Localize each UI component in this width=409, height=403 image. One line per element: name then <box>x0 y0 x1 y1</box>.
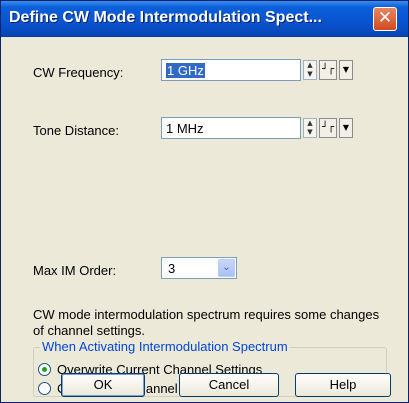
cw-frequency-value: 1 GHz <box>166 63 205 78</box>
radio-button-checked[interactable] <box>38 363 51 376</box>
tone-distance-value: 1 MHz <box>166 121 204 136</box>
radio-dot <box>42 367 47 372</box>
ok-button[interactable]: OK <box>61 373 145 397</box>
tone-distance-label: Tone Distance: <box>33 123 119 138</box>
radio-button-unchecked[interactable] <box>38 382 51 395</box>
max-im-order-value: 3 <box>168 261 176 276</box>
dropdown-arrow-icon: ▼ <box>342 123 350 132</box>
group-legend: When Activating Intermodulation Spectrum <box>40 339 290 354</box>
tone-distance-dropdown[interactable]: ▼ <box>339 118 353 138</box>
close-icon: ✕ <box>377 8 393 28</box>
dropdown-arrow-icon: ▼ <box>342 65 350 74</box>
cw-frequency-spin[interactable]: ▲ ▼ <box>303 60 317 80</box>
max-im-order-label: Max IM Order: <box>33 263 117 278</box>
max-im-order-select[interactable]: 3 ⌄ <box>161 257 237 279</box>
spin-updown-icon: ▲ ▼ <box>307 119 313 136</box>
info-text: CW mode intermodulation spectrum require… <box>33 307 380 338</box>
help-button[interactable]: Help <box>295 373 391 397</box>
tone-distance-spin[interactable]: ▲ ▼ <box>303 118 317 138</box>
tone-distance-step-button[interactable]: ┘┌ <box>319 118 337 138</box>
cw-frequency-input[interactable]: 1 GHz <box>161 59 301 81</box>
title-bar[interactable]: Define CW Mode Intermodulation Spect... … <box>1 1 408 37</box>
step-icon: ┘┌ <box>321 122 335 133</box>
close-button[interactable]: ✕ <box>373 7 397 31</box>
tone-distance-input[interactable]: 1 MHz <box>161 117 301 139</box>
cw-frequency-label: CW Frequency: <box>33 65 124 80</box>
dialog-window: Define CW Mode Intermodulation Spect... … <box>0 0 409 403</box>
cw-frequency-step-button[interactable]: ┘┌ <box>319 60 337 80</box>
chevron-down-icon[interactable]: ⌄ <box>218 259 235 277</box>
step-icon: ┘┌ <box>321 64 335 75</box>
cw-frequency-dropdown[interactable]: ▼ <box>339 60 353 80</box>
spin-updown-icon: ▲ ▼ <box>307 61 313 78</box>
cancel-button[interactable]: Cancel <box>179 373 279 397</box>
dialog-title: Define CW Mode Intermodulation Spect... <box>9 9 322 26</box>
